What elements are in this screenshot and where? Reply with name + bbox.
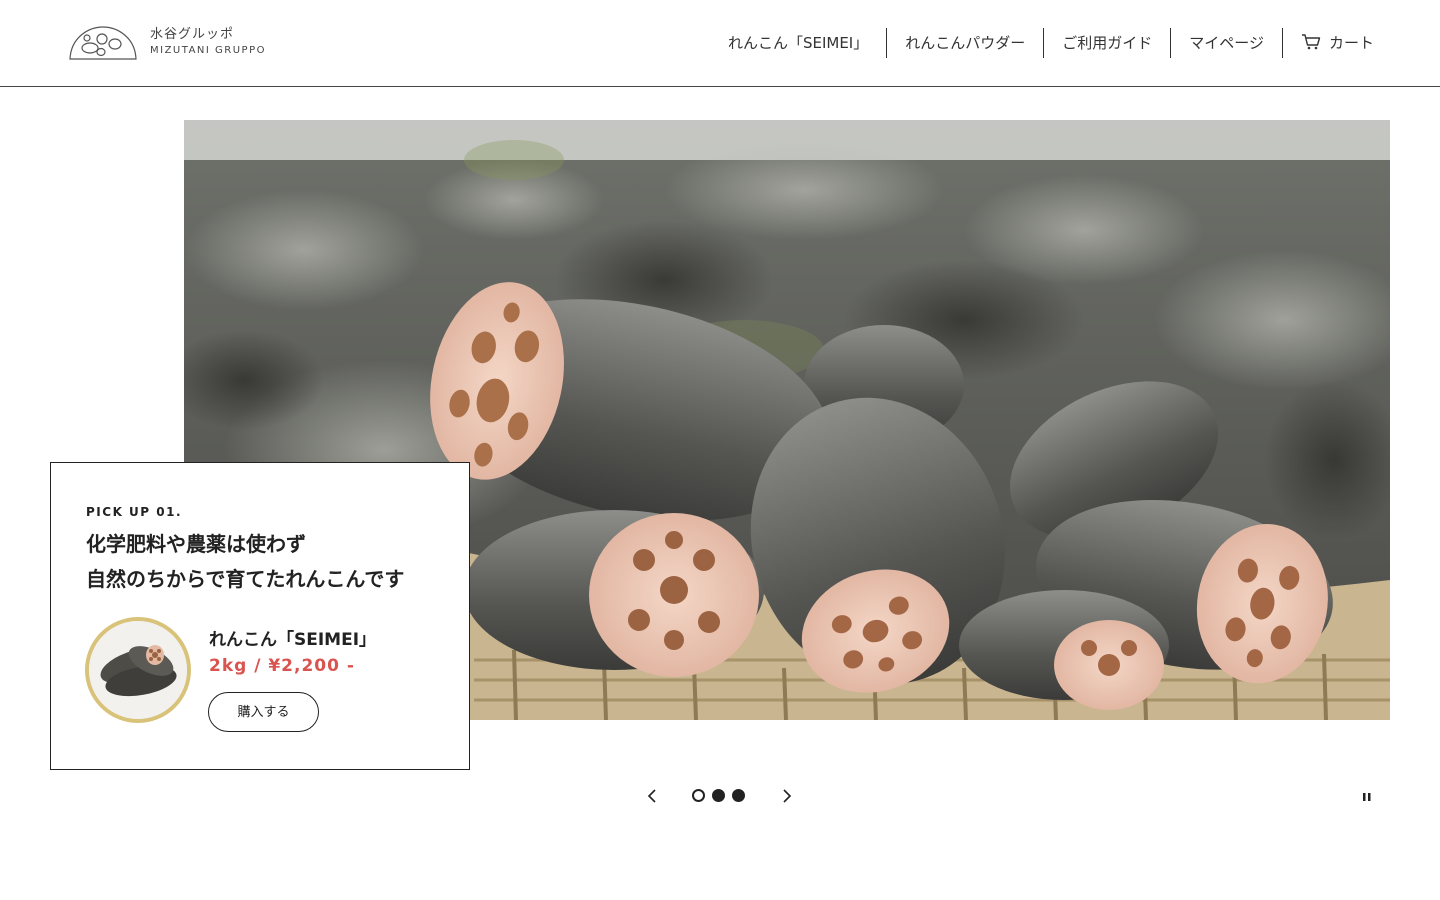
site-header: 水谷グルッポ MIZUTANI GRUPPO れんこん「SEIMEI」 れんこん…: [0, 0, 1440, 87]
main-nav: れんこん「SEIMEI」 れんこんパウダー ご利用ガイド マイページ カート: [710, 28, 1374, 58]
pickup-headline: 化学肥料や農薬は使わず 自然のちからで育てたれんこんです: [86, 527, 446, 597]
product-thumbnail[interactable]: [85, 617, 191, 723]
nav-item-powder[interactable]: れんこんパウダー: [886, 28, 1043, 58]
slider-dot-1[interactable]: [692, 789, 705, 802]
pickup-headline-line1: 化学肥料や農薬は使わず: [86, 532, 306, 556]
nav-item-seimei[interactable]: れんこん「SEIMEI」: [710, 28, 886, 58]
pickup-card: PICK UP 01. 化学肥料や農薬は使わず 自然のちからで育てたれんこんです…: [50, 462, 470, 770]
logo-text: 水谷グルッポ MIZUTANI GRUPPO: [150, 27, 290, 59]
pickup-eyebrow: PICK UP 01.: [86, 505, 183, 519]
slider-dot-3[interactable]: [732, 789, 745, 802]
cart-label: カート: [1328, 34, 1374, 52]
product-price: 2kg / ¥2,200 -: [209, 656, 355, 676]
slider-dots: [692, 789, 745, 803]
slider-pause-button[interactable]: [1358, 788, 1376, 806]
site-logo[interactable]: 水谷グルッポ MIZUTANI GRUPPO: [69, 25, 289, 65]
slider-prev-button[interactable]: [640, 784, 664, 808]
nav-item-mypage[interactable]: マイページ: [1170, 28, 1282, 58]
nav-item-guide[interactable]: ご利用ガイド: [1043, 28, 1170, 58]
chevron-right-icon: [783, 789, 792, 803]
slider-dot-2[interactable]: [712, 789, 725, 802]
slider-next-button[interactable]: [775, 784, 799, 808]
cart-icon: [1301, 34, 1321, 50]
nav-item-cart[interactable]: カート: [1281, 28, 1374, 58]
pause-icon: [1363, 793, 1371, 801]
chevron-left-icon: [647, 789, 656, 803]
logo-ja: 水谷グルッポ: [150, 27, 235, 42]
lotus-logo-icon: [69, 26, 137, 60]
product-name: れんこん「SEIMEI」: [209, 630, 377, 650]
logo-en: MIZUTANI GRUPPO: [150, 45, 266, 56]
pickup-headline-line2: 自然のちからで育てたれんこんです: [86, 567, 405, 591]
lotus-root-thumb-image: [89, 621, 187, 719]
buy-button[interactable]: 購入する: [208, 692, 319, 732]
